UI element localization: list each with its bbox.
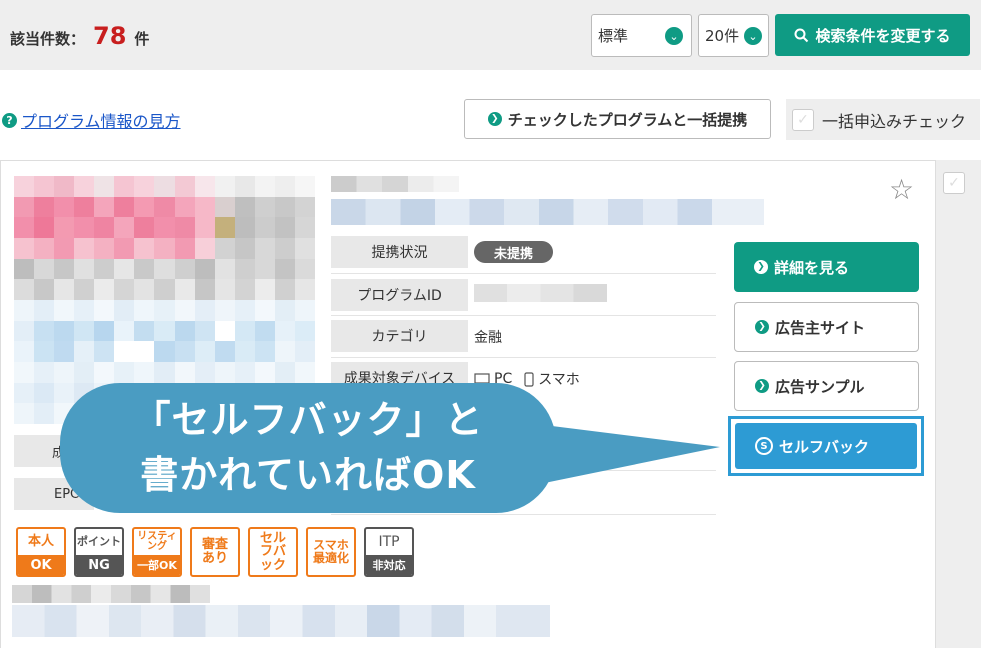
callout-line-1: 「セルフバック」と <box>132 397 484 442</box>
callout-pointer <box>520 422 720 488</box>
callout-bubble: 「セルフバック」と 書かれていればOK <box>60 383 556 513</box>
callout-line-2: 書かれていればOK <box>140 453 476 497</box>
